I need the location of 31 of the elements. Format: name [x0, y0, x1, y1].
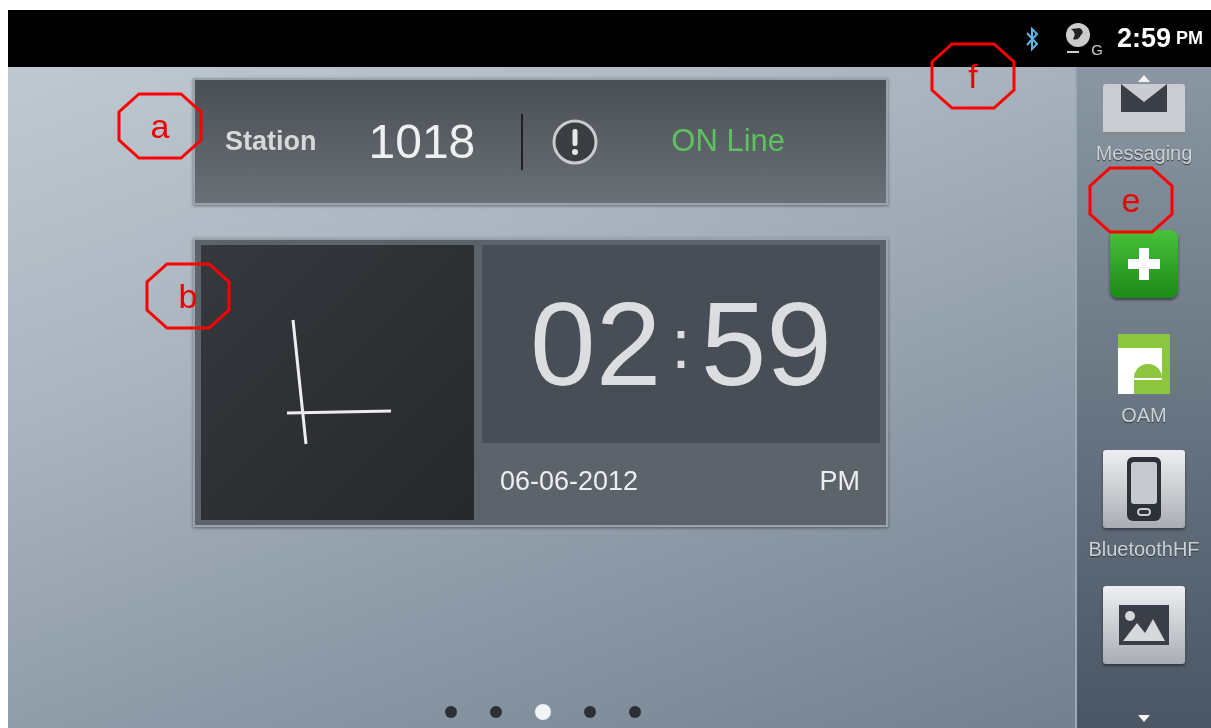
- status-time: 2:59: [1116, 22, 1171, 56]
- gallery-app-icon[interactable]: [1103, 586, 1185, 664]
- app-label[interactable]: OAM: [1121, 400, 1167, 430]
- app-label[interactable]: Messaging: [1095, 138, 1193, 168]
- station-number: 1018: [368, 113, 476, 170]
- add-app-icon[interactable]: [1110, 230, 1178, 298]
- clock-hours: 02: [530, 285, 662, 403]
- callout-marker: a: [117, 92, 203, 160]
- envelope-icon[interactable]: [1103, 84, 1185, 136]
- clock-separator: :: [671, 303, 691, 385]
- callout-marker: b: [145, 262, 231, 330]
- callout-marker: e: [1088, 166, 1174, 234]
- network-type: G: [1091, 39, 1103, 60]
- clock-ampm: PM: [819, 465, 860, 499]
- phone-app-icon[interactable]: [1103, 450, 1185, 528]
- scroll-up-icon: [1138, 75, 1150, 82]
- connection-status: ON Line: [671, 122, 785, 161]
- page-dot[interactable]: [445, 706, 457, 718]
- callout-marker: f: [930, 42, 1016, 110]
- page-dot[interactable]: [490, 706, 502, 718]
- alert-icon: [551, 117, 600, 166]
- scroll-down-icon: [1138, 715, 1150, 722]
- page-dot[interactable]: [535, 704, 551, 720]
- bluetooth-icon: [1025, 25, 1040, 52]
- status-ampm: PM: [1176, 27, 1203, 50]
- page-dot[interactable]: [629, 706, 641, 718]
- page-dot[interactable]: [584, 706, 596, 718]
- clock-date: 06-06-2012: [500, 465, 639, 499]
- station-label: Station: [225, 125, 317, 159]
- clock-minutes: 59: [700, 285, 832, 403]
- app-label[interactable]: BluetoothHF: [1088, 534, 1200, 564]
